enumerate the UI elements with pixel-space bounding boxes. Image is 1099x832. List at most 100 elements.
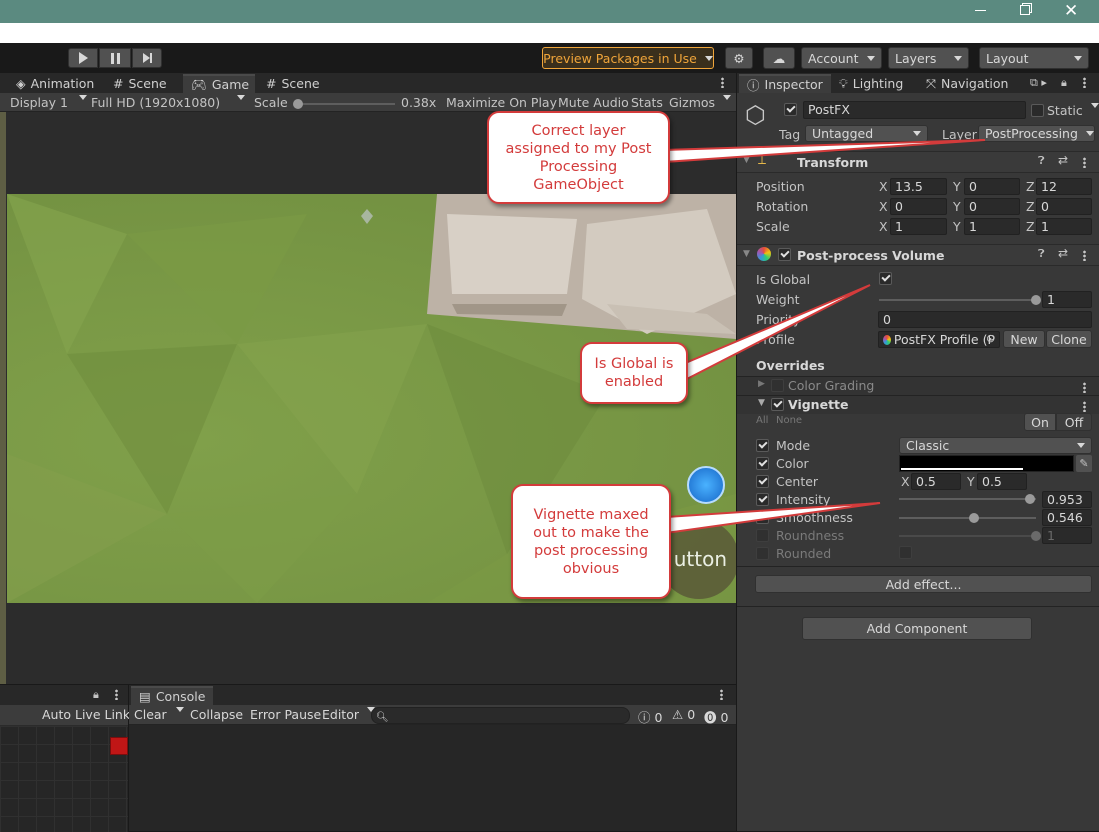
stats-toggle[interactable]: Stats (631, 95, 663, 110)
color-swatch[interactable] (899, 455, 1074, 472)
mute-audio-toggle[interactable]: Mute Audio (558, 95, 629, 110)
layout-dropdown[interactable]: Layout (979, 47, 1089, 69)
scale-y-field[interactable]: 1 (964, 218, 1020, 235)
scale-slider[interactable] (293, 99, 395, 109)
color-grading-checkbox[interactable] (771, 379, 784, 392)
intensity-field[interactable]: 0.953 (1042, 491, 1092, 508)
console-menu-icon[interactable] (720, 689, 723, 700)
foldout-arrow-icon[interactable]: ▼ (743, 249, 750, 259)
foldout-arrow-icon[interactable]: ▶ (758, 379, 765, 389)
pause-button[interactable] (99, 48, 131, 68)
gizmos-dropdown[interactable]: Gizmos (669, 95, 731, 110)
intensity-slider[interactable] (899, 494, 1036, 504)
minimize-icon[interactable] (975, 10, 986, 11)
services-icon[interactable]: ⚙ (725, 47, 753, 69)
rotation-x-field[interactable]: 0 (890, 198, 947, 215)
foldout-arrow-icon[interactable]: ▼ (743, 155, 750, 165)
foldout-arrow-icon[interactable]: ▼ (758, 398, 765, 408)
tag-dropdown[interactable]: Untagged (805, 125, 928, 142)
gameobject-active-checkbox[interactable] (784, 103, 797, 116)
weight-field[interactable]: 1 (1042, 291, 1092, 308)
account-dropdown[interactable]: Account (801, 47, 882, 69)
help-icon[interactable]: ❓︎ (1038, 154, 1045, 168)
smoothness-slider-knob[interactable] (968, 513, 979, 523)
scale-z-field[interactable]: 1 (1036, 218, 1092, 235)
error-count[interactable]: ⓿ 0 (704, 707, 728, 726)
mode-dropdown[interactable]: Classic (899, 437, 1092, 454)
close-icon[interactable]: ✕ (1064, 1, 1078, 21)
tab-scene-1[interactable]: # Scene (105, 74, 175, 93)
game-panel-menu-icon[interactable] (721, 77, 724, 88)
tab-overflow-icon[interactable]: ⧉ ▸ (1030, 76, 1047, 90)
tab-scene-2[interactable]: # Scene (258, 74, 328, 93)
roundness-override-checkbox[interactable] (756, 529, 769, 542)
vignette-off-button[interactable]: Off (1056, 413, 1092, 431)
rounded-override-checkbox[interactable] (756, 547, 769, 560)
intensity-override-checkbox[interactable] (756, 493, 769, 506)
preset-icon[interactable]: ⇄ (1058, 246, 1068, 260)
select-none-link[interactable]: None (776, 415, 802, 426)
static-checkbox[interactable] (1031, 104, 1044, 117)
rotation-z-field[interactable]: 0 (1036, 198, 1092, 215)
color-grading-menu-icon[interactable] (1083, 382, 1086, 393)
play-button[interactable] (68, 48, 98, 68)
smoothness-field[interactable]: 0.546 (1042, 509, 1092, 526)
tab-navigation[interactable]: ⤧ Navigation (918, 74, 1016, 93)
eyedropper-icon[interactable]: ✎ (1076, 455, 1092, 472)
center-override-checkbox[interactable] (756, 475, 769, 488)
help-icon[interactable]: ❓︎ (1038, 247, 1045, 261)
vignette-menu-icon[interactable] (1083, 401, 1086, 412)
volume-menu-icon[interactable] (1083, 250, 1086, 261)
layers-dropdown[interactable]: Layers (888, 47, 969, 69)
gameobject-name-field[interactable]: PostFX (803, 101, 1026, 119)
position-x-field[interactable]: 13.5 (890, 178, 947, 195)
resolution-dropdown[interactable]: Full HD (1920x1080) (91, 95, 245, 110)
intensity-slider-knob[interactable] (1024, 494, 1035, 504)
new-profile-button[interactable]: New (1003, 330, 1045, 348)
add-component-button[interactable]: Add Component (802, 617, 1032, 640)
tab-console[interactable]: ▤ Console (131, 686, 214, 705)
weight-slider[interactable] (879, 295, 1041, 305)
error-pause-button[interactable]: Error Pause (250, 707, 321, 722)
smoothness-override-checkbox[interactable] (756, 511, 769, 524)
cloud-icon[interactable]: ☁ (763, 47, 795, 69)
static-dropdown[interactable]: Static (1047, 103, 1099, 118)
collapse-button[interactable]: Collapse (190, 707, 243, 722)
mode-override-checkbox[interactable] (756, 439, 769, 452)
layer-dropdown[interactable]: PostProcessing (978, 125, 1095, 142)
info-count[interactable]: ⓘ 0 (638, 707, 662, 726)
inspector-menu-icon[interactable] (1083, 77, 1086, 88)
center-x-field[interactable]: 0.5 (911, 473, 961, 490)
tab-lighting[interactable]: 💡︎ Lighting (831, 74, 911, 93)
rotation-y-field[interactable]: 0 (964, 198, 1020, 215)
maximize-icon[interactable] (1020, 5, 1030, 15)
scale-slider-knob[interactable] (293, 99, 303, 109)
smoothness-slider[interactable] (899, 513, 1036, 523)
auto-live-link-button[interactable]: Auto Live Link (42, 707, 130, 722)
editor-dropdown[interactable]: Editor (322, 707, 375, 722)
vignette-on-button[interactable]: On (1024, 413, 1056, 431)
center-y-field[interactable]: 0.5 (977, 473, 1027, 490)
position-z-field[interactable]: 12 (1036, 178, 1092, 195)
is-global-checkbox[interactable] (879, 272, 892, 285)
clear-button[interactable]: Clear (134, 707, 184, 722)
color-override-checkbox[interactable] (756, 457, 769, 470)
object-picker-icon[interactable]: ⊙ (986, 332, 995, 345)
position-y-field[interactable]: 0 (964, 178, 1020, 195)
add-effect-button[interactable]: Add effect... (755, 575, 1092, 593)
clone-profile-button[interactable]: Clone (1046, 330, 1092, 348)
display-dropdown[interactable]: Display 1 (10, 95, 87, 110)
priority-field[interactable]: 0 (878, 311, 1092, 328)
volume-enabled-checkbox[interactable] (778, 248, 791, 261)
step-button[interactable] (132, 48, 162, 68)
warning-count[interactable]: ⚠ 0 (672, 707, 695, 722)
lock-icon[interactable]: 🔒︎ (93, 688, 99, 702)
tab-game[interactable]: 🎮︎ Game (183, 74, 255, 93)
preview-packages-button[interactable]: Preview Packages in Use (542, 47, 714, 69)
bottom-left-menu-icon[interactable] (115, 689, 118, 700)
console-search-input[interactable]: 🔍︎ (371, 707, 630, 724)
maximize-on-play-toggle[interactable]: Maximize On Play (446, 95, 557, 110)
tab-animation[interactable]: ◈ Animation (8, 74, 102, 93)
vignette-checkbox[interactable] (771, 398, 784, 411)
scale-x-field[interactable]: 1 (890, 218, 947, 235)
